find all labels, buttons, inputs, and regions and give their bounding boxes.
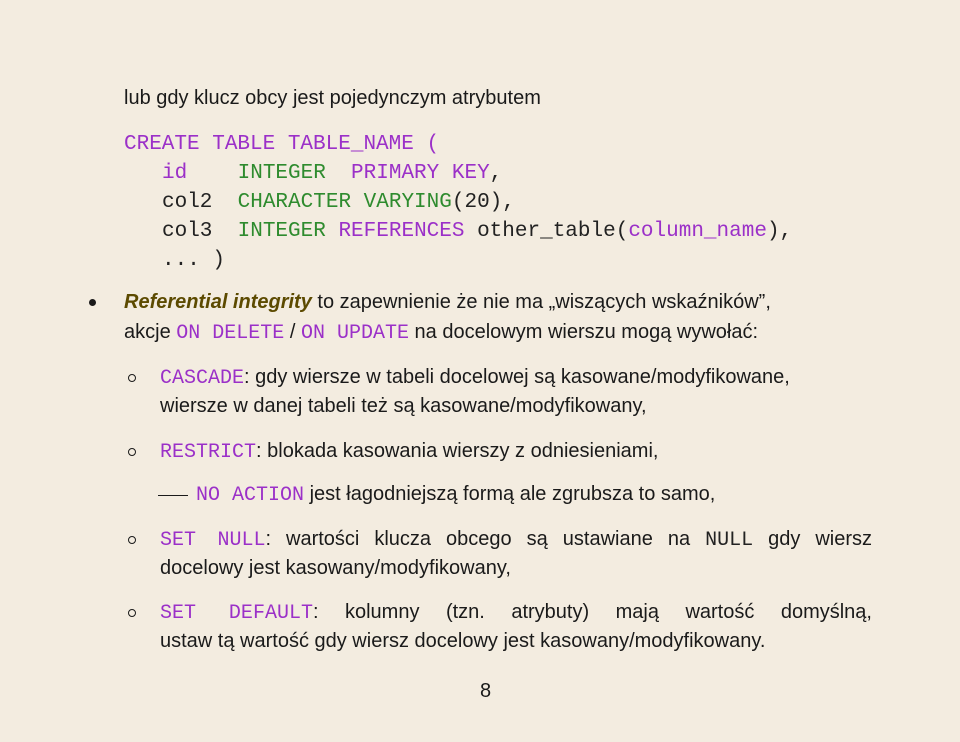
option-line: SET NULL: wartości klucza obcego są usta… bbox=[160, 526, 872, 552]
circle-bullet-icon bbox=[128, 374, 136, 382]
text-segment: ), bbox=[766, 220, 793, 243]
text-segment: CREATE TABLE TABLE_NAME ( bbox=[124, 133, 440, 156]
circle-bullet-icon bbox=[128, 536, 136, 544]
dash-icon bbox=[158, 495, 188, 497]
text-segment: CHARACTER VARYING bbox=[237, 191, 452, 214]
bullet-icon bbox=[89, 299, 96, 306]
text-segment: id bbox=[162, 162, 238, 185]
main-bullet-line: Referential integrity to zapewnienie że … bbox=[124, 289, 771, 315]
text-segment: col3 bbox=[162, 220, 238, 243]
text-segment: INTEGER bbox=[237, 220, 339, 243]
text-segment: gdy wiersz bbox=[753, 528, 873, 550]
keyword: ON UPDATE bbox=[300, 322, 409, 345]
intro-text: lub gdy klucz obcy jest pojedynczym atry… bbox=[124, 87, 541, 109]
keyword: NO ACTION bbox=[196, 484, 305, 507]
text-segment: , bbox=[489, 162, 503, 185]
code-line: ... ) bbox=[162, 246, 225, 272]
keyword: SET NULL bbox=[160, 529, 266, 552]
text-segment: docelowy jest kasowany/modyfikowany, bbox=[160, 557, 511, 579]
option-line: ustaw tą wartość gdy wiersz docelowy jes… bbox=[160, 628, 765, 654]
text-segment: na docelowym wierszu mogą wywołać: bbox=[408, 321, 759, 343]
text-segment: wiersze w danej tabeli też są kasowane/m… bbox=[160, 395, 647, 417]
text-segment: PRIMARY KEY bbox=[351, 162, 490, 185]
option-line: CASCADE: gdy wiersze w tabeli docelowej … bbox=[160, 364, 790, 390]
option-line: SET DEFAULT: kolumny (tzn. atrybuty) maj… bbox=[160, 599, 872, 625]
circle-bullet-icon bbox=[128, 448, 136, 456]
text-segment: : gdy wiersze w tabeli docelowej są kaso… bbox=[244, 366, 790, 388]
text-segment: INTEGER bbox=[237, 162, 352, 185]
keyword: SET DEFAULT bbox=[160, 602, 313, 625]
code-line: id INTEGER PRIMARY KEY, bbox=[162, 159, 502, 185]
text-segment: column_name bbox=[628, 220, 767, 243]
text-segment: col2 bbox=[162, 191, 238, 214]
keyword: ON DELETE bbox=[176, 322, 285, 345]
text-segment: / bbox=[284, 321, 301, 343]
keyword: RESTRICT bbox=[160, 441, 257, 464]
page-number: 8 bbox=[480, 680, 492, 702]
text-segment: : wartości klucza obcego są ustawiane na bbox=[265, 528, 706, 550]
text-segment: REFERENCES bbox=[338, 220, 478, 243]
text-segment: to zapewnienie że nie ma „wiszących wska… bbox=[311, 291, 771, 313]
keyword: CASCADE bbox=[160, 367, 245, 390]
text-segment: : blokada kasowania wierszy z odniesieni… bbox=[256, 440, 659, 462]
text-segment: : kolumny (tzn. atrybuty) mają wartość d… bbox=[312, 601, 872, 623]
code-line: CREATE TABLE TABLE_NAME ( bbox=[124, 130, 439, 156]
circle-bullet-icon bbox=[128, 609, 136, 617]
text-segment: NULL bbox=[705, 529, 754, 552]
text-segment: (20), bbox=[451, 191, 515, 214]
code-line: col3 INTEGER REFERENCES other_table(colu… bbox=[162, 217, 792, 243]
text-segment: ... ) bbox=[162, 249, 226, 272]
text-segment: jest łagodniejszą formą ale zgrubsza to … bbox=[304, 483, 716, 505]
option-line: NO ACTION jest łagodniejszą formą ale zg… bbox=[196, 481, 715, 507]
option-line: docelowy jest kasowany/modyfikowany, bbox=[160, 555, 511, 581]
code-line: col2 CHARACTER VARYING(20), bbox=[162, 188, 515, 214]
option-line: RESTRICT: blokada kasowania wierszy z od… bbox=[160, 438, 658, 464]
text-segment: ustaw tą wartość gdy wiersz docelowy jes… bbox=[160, 630, 766, 652]
main-bullet-line: akcje ON DELETE / ON UPDATE na docelowym… bbox=[124, 319, 758, 345]
text-segment: akcje bbox=[124, 321, 177, 343]
text-segment: other_table( bbox=[477, 220, 629, 243]
emphasis-text: Referential integrity bbox=[124, 291, 312, 313]
option-line: wiersze w danej tabeli też są kasowane/m… bbox=[160, 393, 647, 419]
